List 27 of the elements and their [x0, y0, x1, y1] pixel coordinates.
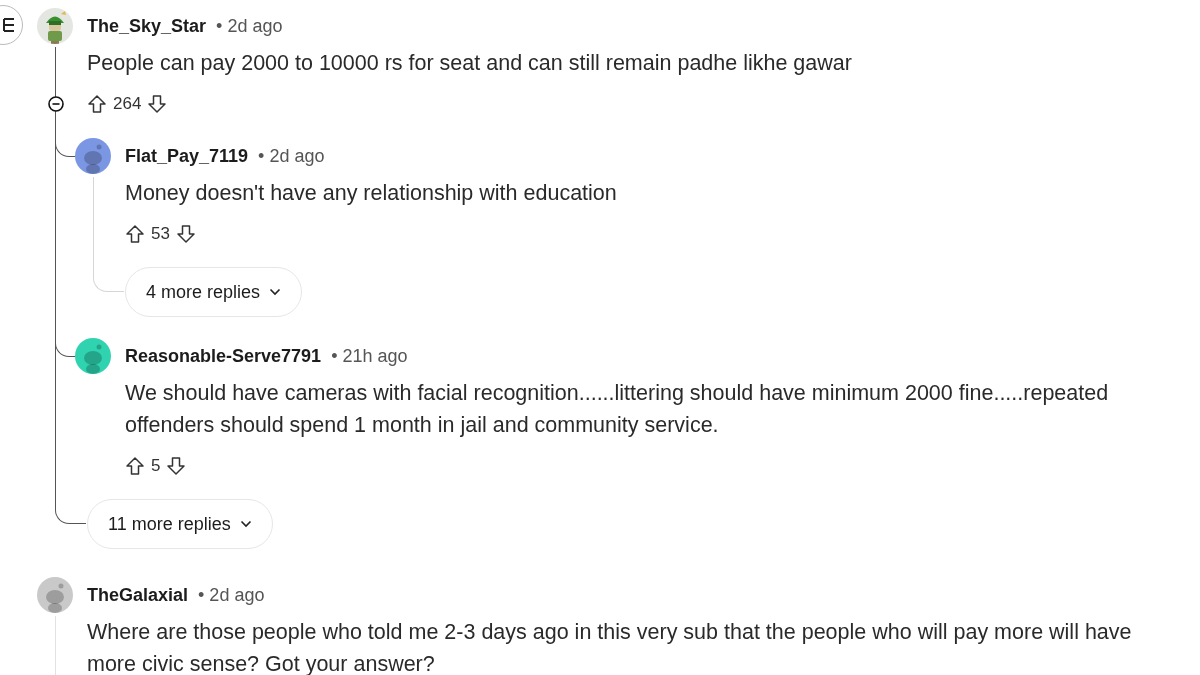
username[interactable]: The_Sky_Star — [87, 15, 207, 37]
downvote-icon[interactable] — [175, 224, 196, 244]
username[interactable]: Flat_Pay_7119 — [125, 145, 249, 167]
vote-count: 53 — [151, 224, 170, 244]
downvote-icon[interactable] — [166, 456, 187, 476]
menu-icon — [2, 17, 16, 33]
downvote-icon[interactable] — [147, 94, 168, 114]
timestamp: • 2d ago — [216, 15, 283, 37]
comment-text: Where are those people who told me 2-3 days ago in this very sub that the people who will pay more will have more civic sense? Got your answer? — [87, 619, 1133, 675]
upvote-icon[interactable] — [87, 94, 107, 114]
collapse-icon[interactable] — [48, 96, 64, 112]
timestamp: • 2d ago — [258, 145, 325, 167]
vote-count: 264 — [113, 94, 142, 114]
more-replies-button[interactable]: 4 more replies — [125, 267, 303, 317]
vote-count: 5 — [151, 456, 161, 476]
comment-text: People can pay 2000 to 10000 rs for seat and can still remain padhe likhe gawar — [87, 50, 853, 77]
upvote-icon[interactable] — [125, 456, 145, 476]
comment-text: Money doesn't have any relationship with education — [125, 180, 618, 207]
timestamp: • 2d ago — [198, 584, 265, 606]
comment-text: We should have cameras with facial recognition......littering should have minimum 2000 fine.....repeated offenders should spend 1 month in jail and community service. — [125, 380, 1110, 439]
username[interactable]: TheGalaxial — [87, 584, 189, 606]
chevron-down-icon — [269, 288, 282, 296]
more-replies-button[interactable]: 11 more replies — [87, 499, 273, 549]
username[interactable]: Reasonable-Serve7791 — [125, 345, 322, 367]
timestamp: • 21h ago — [331, 345, 408, 367]
upvote-icon[interactable] — [125, 224, 145, 244]
chevron-down-icon — [239, 520, 252, 528]
